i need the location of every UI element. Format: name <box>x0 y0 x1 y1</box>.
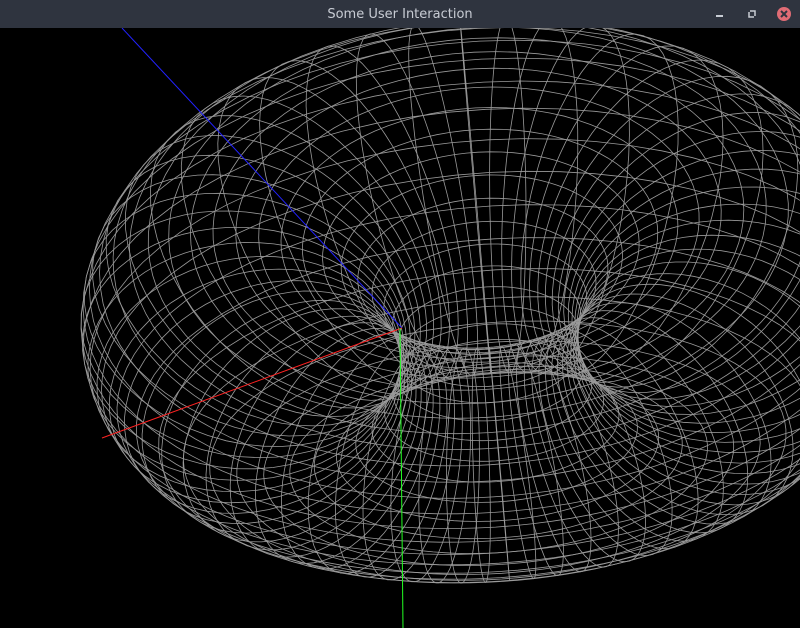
mesh-line <box>563 130 800 407</box>
window-controls <box>712 0 792 28</box>
mesh-line <box>161 299 409 534</box>
mesh-line <box>523 337 619 568</box>
minimize-button[interactable] <box>712 6 728 22</box>
mesh-line <box>129 28 800 451</box>
close-button[interactable] <box>776 6 792 22</box>
close-icon <box>777 7 791 21</box>
3d-viewport[interactable] <box>0 28 800 628</box>
mesh-line <box>460 28 492 374</box>
mesh-line <box>84 192 408 447</box>
mesh-line <box>557 112 800 400</box>
torus-wireframe-mesh <box>80 28 800 584</box>
minimize-icon <box>716 15 723 17</box>
mesh-line <box>92 174 411 437</box>
maximize-button[interactable] <box>744 6 760 22</box>
maximize-icon <box>748 10 756 18</box>
wireframe-scene[interactable] <box>0 28 800 628</box>
title-bar[interactable]: Some User Interaction <box>0 0 800 28</box>
mesh-line <box>577 234 800 464</box>
mesh-line <box>529 45 724 380</box>
application-window: Some User Interaction <box>0 0 800 628</box>
mesh-line <box>305 45 459 384</box>
mesh-line <box>576 203 800 443</box>
window-title: Some User Interaction <box>327 6 473 22</box>
